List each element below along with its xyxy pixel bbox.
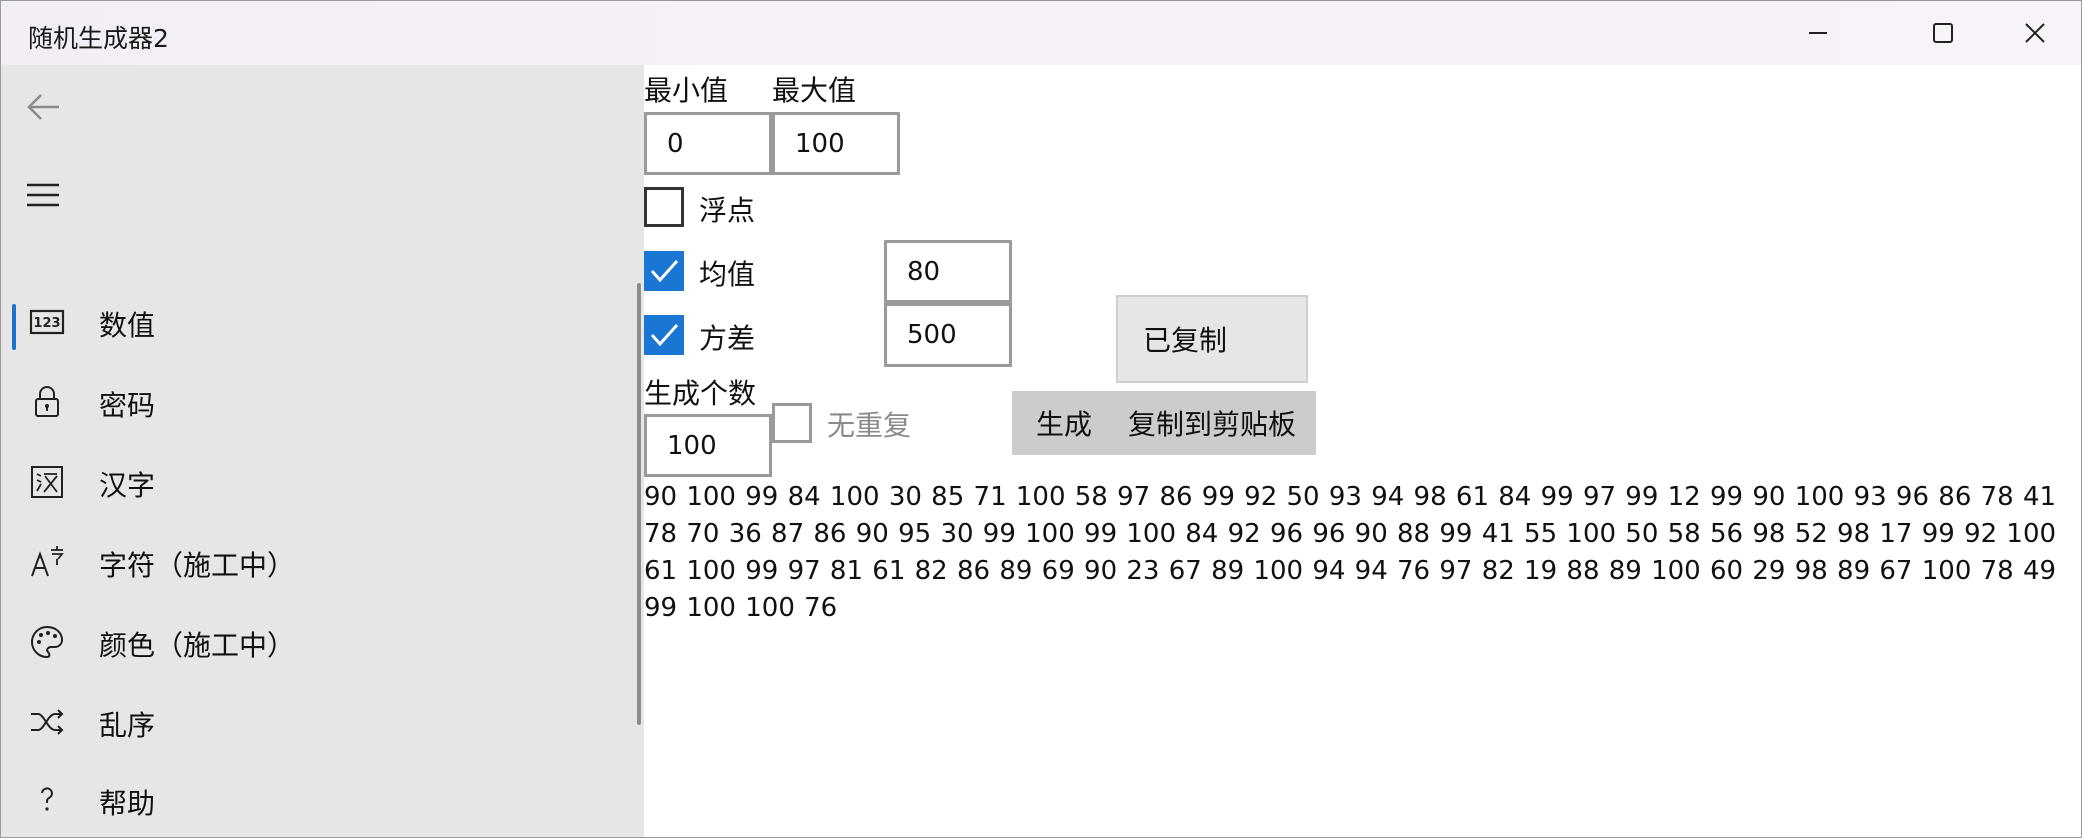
sidebar-item-password[interactable]: 密码 bbox=[1, 367, 644, 437]
shuffle-icon bbox=[31, 709, 64, 735]
variance-input[interactable]: 500 bbox=[884, 303, 1012, 367]
sidebar-item-characters[interactable]: 字符（施工中） bbox=[1, 527, 644, 597]
copy-to-clipboard-button[interactable]: 复制到剪贴板 bbox=[1116, 391, 1316, 455]
sidebar-item-help[interactable]: 帮助 bbox=[1, 765, 644, 835]
nav-sidebar: 123 数值 密码 汉字 字符（施工中） 颜色（施工中） 乱序 帮助 bbox=[1, 65, 644, 837]
chinese-char-icon bbox=[31, 466, 63, 498]
close-button[interactable] bbox=[1989, 1, 2081, 65]
generate-label: 生成 bbox=[1035, 408, 1092, 441]
maximize-icon bbox=[1933, 23, 1953, 43]
sidebar-item-label: 密码 bbox=[99, 389, 156, 422]
close-icon bbox=[2025, 23, 2045, 43]
min-value-label: 最小值 bbox=[644, 74, 729, 107]
selection-indicator bbox=[12, 304, 16, 350]
menu-toggle-button[interactable] bbox=[23, 175, 63, 215]
copied-status-button[interactable]: 已复制 bbox=[1116, 295, 1308, 383]
mean-checkbox[interactable] bbox=[644, 251, 684, 291]
mean-input[interactable]: 80 bbox=[884, 240, 1012, 303]
question-icon bbox=[41, 787, 53, 811]
float-checkbox[interactable] bbox=[644, 187, 684, 227]
minimize-icon bbox=[1809, 32, 1827, 34]
sidebar-item-label: 数值 bbox=[99, 309, 156, 342]
copied-status-label: 已复制 bbox=[1143, 324, 1228, 357]
sidebar-item-label: 字符（施工中） bbox=[99, 549, 296, 582]
checkmark-icon bbox=[650, 259, 679, 283]
sidebar-item-label: 帮助 bbox=[99, 787, 156, 820]
variance-checkbox[interactable] bbox=[644, 315, 684, 355]
mean-label: 均值 bbox=[699, 258, 756, 291]
checkmark-icon bbox=[650, 323, 679, 347]
max-value-input[interactable]: 100 bbox=[772, 112, 900, 175]
generate-button[interactable]: 生成 bbox=[1012, 391, 1116, 455]
minimize-button[interactable] bbox=[1772, 1, 1864, 65]
sidebar-item-label: 乱序 bbox=[99, 709, 156, 742]
count-label: 生成个数 bbox=[644, 377, 757, 410]
sidebar-item-colors[interactable]: 颜色（施工中） bbox=[1, 607, 644, 677]
sidebar-item-label: 颜色（施工中） bbox=[99, 629, 296, 662]
no-repeat-label: 无重复 bbox=[827, 409, 912, 442]
numbers-123-icon: 123 bbox=[29, 309, 65, 335]
sidebar-item-shuffle[interactable]: 乱序 bbox=[1, 687, 644, 757]
svg-text:123: 123 bbox=[33, 316, 60, 331]
variance-label: 方差 bbox=[699, 322, 756, 355]
float-label: 浮点 bbox=[699, 194, 756, 227]
app-title: 随机生成器2 bbox=[28, 24, 169, 53]
sidebar-item-chinese[interactable]: 汉字 bbox=[1, 447, 644, 517]
count-input[interactable]: 100 bbox=[644, 414, 772, 477]
no-repeat-checkbox[interactable] bbox=[772, 403, 812, 443]
back-arrow-icon bbox=[27, 94, 59, 120]
sidebar-scrollbar[interactable] bbox=[637, 283, 641, 725]
sidebar-item-label: 汉字 bbox=[99, 469, 156, 502]
copy-to-clipboard-label: 复制到剪贴板 bbox=[1128, 408, 1297, 441]
palette-icon bbox=[31, 625, 64, 659]
font-character-icon bbox=[31, 546, 64, 577]
back-button[interactable] bbox=[23, 87, 63, 127]
generated-output: 90 100 99 84 100 30 85 71 100 58 97 86 9… bbox=[644, 482, 2057, 623]
title-bar: 随机生成器2 bbox=[1, 1, 2081, 65]
maximize-button[interactable] bbox=[1897, 1, 1989, 65]
max-value-label: 最大值 bbox=[772, 74, 857, 107]
lock-icon bbox=[35, 386, 59, 417]
sidebar-item-numbers[interactable]: 123 数值 bbox=[1, 287, 644, 357]
min-value-input[interactable]: 0 bbox=[644, 112, 772, 175]
app-window: 随机生成器2 123 数值 密码 汉字 字符（施工中） 颜色（施工中） 乱序 帮… bbox=[0, 0, 2082, 838]
hamburger-icon bbox=[27, 183, 59, 207]
